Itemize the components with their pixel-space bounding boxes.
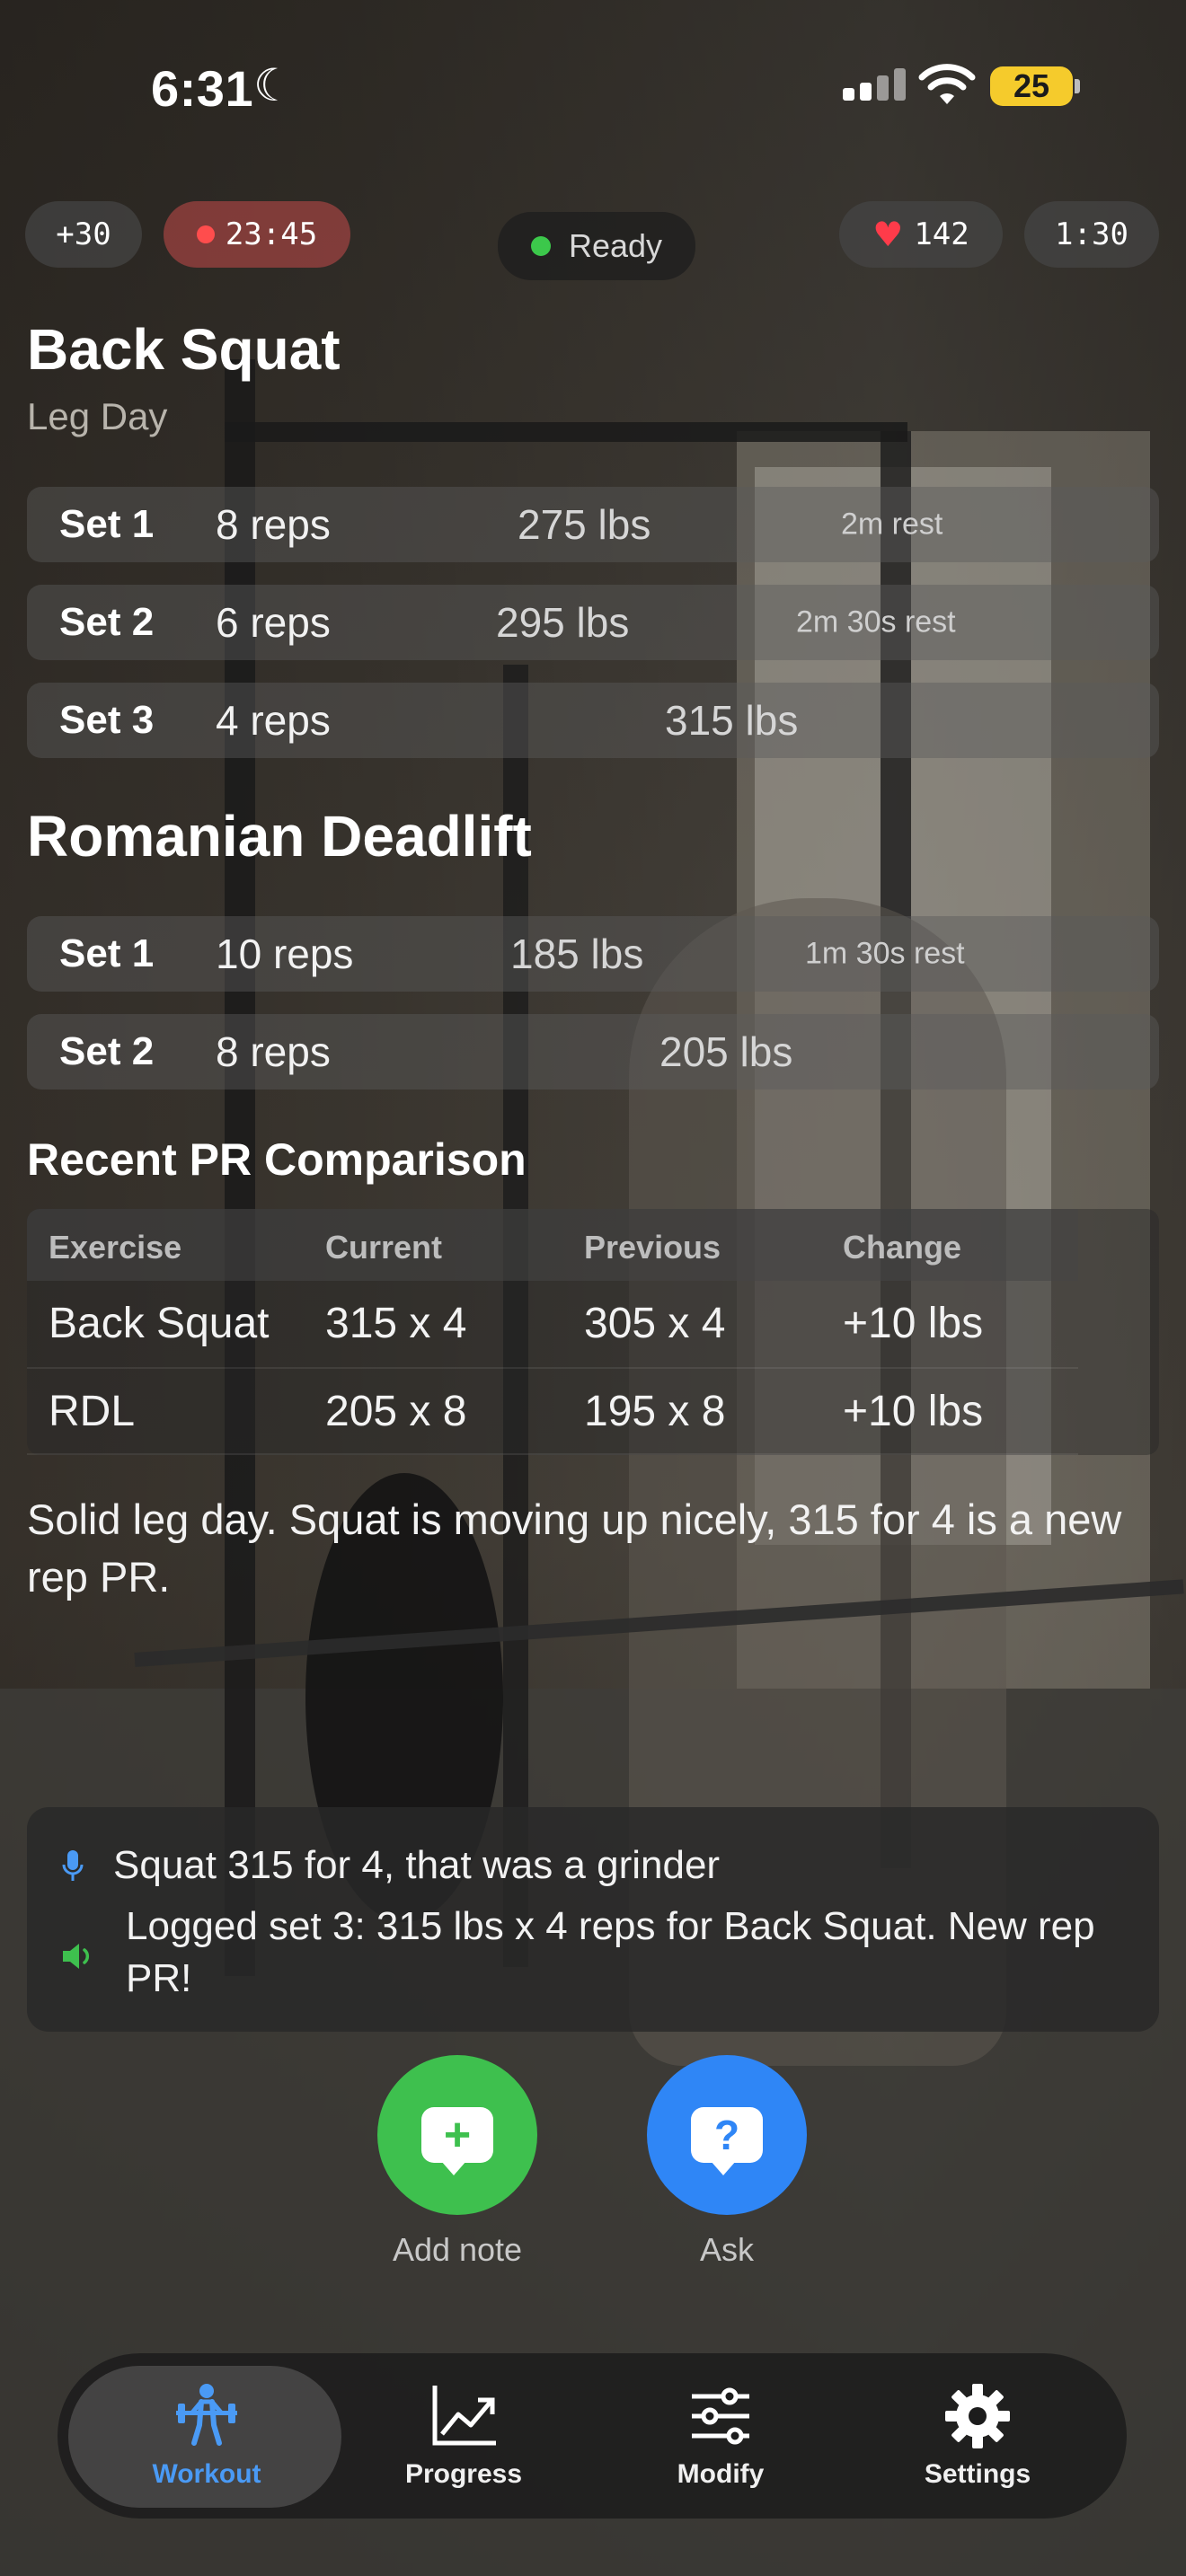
pr-comparison-table: Exercise Current Previous Change Back Sq… (27, 1209, 1159, 1455)
set-row[interactable]: Set 2 8 reps 205 lbs (27, 1014, 1159, 1090)
ready-dot-icon (530, 236, 551, 256)
recording-time: 23:45 (225, 216, 318, 252)
pr-comparison-title: Recent PR Comparison (27, 1134, 527, 1185)
progress-chart-icon (432, 2386, 496, 2446)
microphone-icon (62, 1850, 84, 1881)
tab-label: Modify (677, 2459, 765, 2489)
set-label: Set 2 (59, 600, 155, 644)
table-cell: 315 x 4 (325, 1300, 467, 1347)
recording-timer[interactable]: 23:45 (164, 201, 350, 268)
sliders-icon (692, 2387, 749, 2445)
set-label: Set 3 (59, 698, 155, 742)
heart-rate-value: 142 (914, 216, 969, 252)
tab-modify[interactable]: Modify (586, 2353, 855, 2519)
status-badge: Ready (498, 212, 695, 280)
set-row[interactable]: Set 1 10 reps 185 lbs 1m 30s rest (27, 916, 1159, 992)
set-weight: 295 lbs (496, 599, 630, 646)
battery-indicator: 25 (990, 66, 1073, 106)
add-note-label: Add note (392, 2231, 523, 2268)
set-row[interactable]: Set 2 6 reps 295 lbs 2m 30s rest (27, 585, 1159, 660)
set-label: Set 1 (59, 502, 155, 546)
recording-dot-icon (196, 225, 215, 243)
tab-label: Settings (924, 2459, 1031, 2489)
set-row[interactable]: Set 1 8 reps 275 lbs 2m rest (27, 487, 1159, 562)
set-reps: 8 reps (216, 501, 331, 548)
rest-timer-button[interactable]: 1:30 (1024, 201, 1159, 268)
set-weight: 275 lbs (518, 501, 651, 548)
assistant-response: Logged set 3: 315 lbs x 4 reps for Back … (126, 1904, 1095, 2000)
battery-cap (1075, 79, 1080, 93)
set-reps: 4 reps (216, 697, 331, 744)
set-row[interactable]: Set 3 4 reps 315 lbs (27, 683, 1159, 758)
add-time-button[interactable]: +30 (25, 201, 142, 268)
set-reps: 8 reps (216, 1028, 331, 1075)
status-time: 6:31 (151, 60, 254, 117)
row-divider (27, 1367, 1078, 1369)
table-cell: 205 x 8 (325, 1388, 467, 1435)
tab-workout[interactable]: Workout (72, 2353, 341, 2519)
set-weight: 205 lbs (659, 1028, 793, 1075)
set-rest: 2m 30s rest (796, 604, 956, 640)
status-label: Ready (568, 227, 663, 264)
tab-bar: Workout Progress Modify Settings (58, 2353, 1127, 2519)
column-header: Current (325, 1229, 443, 1266)
tab-settings[interactable]: Settings (843, 2353, 1112, 2519)
set-rest: 2m rest (841, 507, 943, 542)
column-header: Change (843, 1229, 962, 1266)
set-rest: 1m 30s rest (805, 936, 965, 971)
workout-summary: Solid leg day. Squat is moving up nicely… (27, 1495, 1122, 1601)
moon-icon: ☾ (253, 60, 294, 110)
tab-label: Progress (404, 2459, 523, 2489)
set-reps: 10 reps (216, 931, 354, 977)
gear-icon (945, 2384, 1010, 2448)
add-note-button[interactable]: + (377, 2055, 537, 2215)
set-weight: 315 lbs (665, 697, 799, 744)
workout-subtitle: Leg Day (27, 395, 168, 437)
table-cell: +10 lbs (843, 1300, 984, 1347)
table-cell: 305 x 4 (584, 1300, 726, 1347)
wifi-icon (918, 64, 976, 104)
column-header: Exercise (49, 1229, 182, 1266)
set-label: Set 2 (59, 1029, 155, 1073)
user-utterance: Squat 315 for 4, that was a grinder (113, 1843, 721, 1887)
workout-icon (176, 2384, 237, 2446)
table-cell: RDL (49, 1388, 136, 1435)
ask-button[interactable]: ? (647, 2055, 807, 2215)
exercise-title: Romanian Deadlift (27, 804, 532, 869)
question-icon: ? (691, 2107, 763, 2175)
exercise-title: Back Squat (27, 317, 341, 382)
set-reps: 6 reps (216, 599, 331, 646)
voice-transcript: Squat 315 for 4, that was a grinder Logg… (27, 1807, 1159, 2032)
tab-progress[interactable]: Progress (329, 2353, 598, 2519)
speaker-icon (63, 1944, 90, 1969)
cellular-signal-icon (843, 68, 906, 101)
set-label: Set 1 (59, 931, 155, 975)
heart-icon: ♥ (872, 215, 904, 254)
heart-rate-badge: ♥ 142 (839, 201, 1003, 268)
column-header: Previous (584, 1229, 721, 1266)
row-divider (27, 1453, 1078, 1455)
table-cell: 195 x 8 (584, 1388, 726, 1435)
set-weight: 185 lbs (510, 931, 644, 977)
add-note-icon: + (421, 2107, 493, 2175)
table-cell: Back Squat (49, 1300, 270, 1347)
ask-label: Ask (699, 2231, 754, 2268)
table-cell: +10 lbs (843, 1388, 984, 1435)
tab-label: Workout (152, 2459, 261, 2489)
